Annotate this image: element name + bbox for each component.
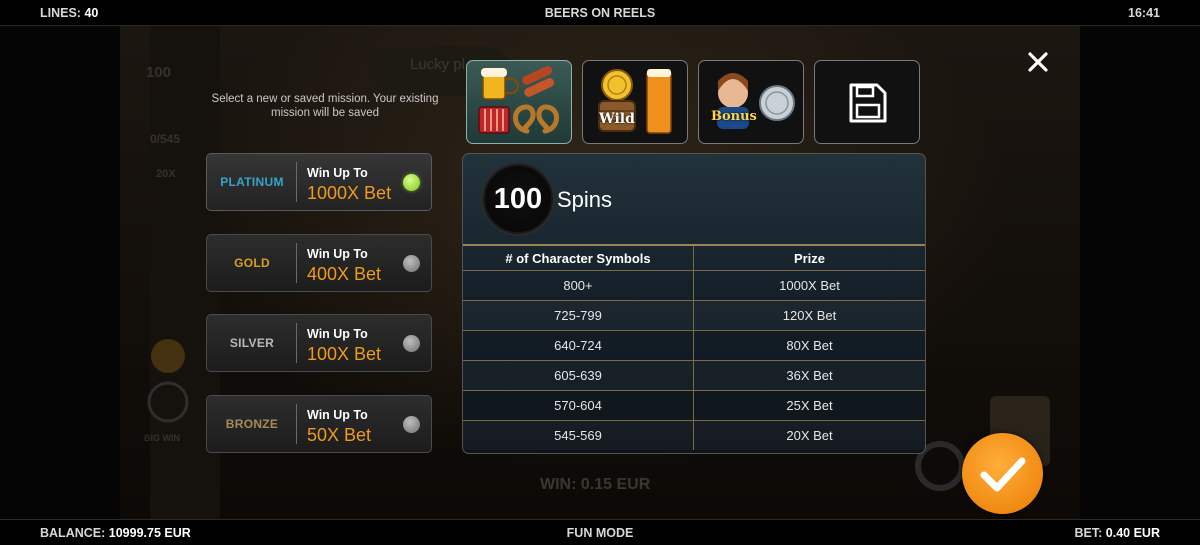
spins-label: Spins <box>557 187 613 212</box>
clock: 16:41 <box>1128 6 1160 20</box>
unselected-indicator <box>403 335 420 352</box>
table-row: 640-724 80X Bet <box>463 330 925 361</box>
mission-tier: BRONZE <box>225 417 279 431</box>
floppy-disk-icon <box>849 83 887 123</box>
prize-cell: 1000X Bet <box>693 270 925 301</box>
bonus-text: Bonus <box>711 109 757 124</box>
bg-multiplier: 20X <box>156 168 176 180</box>
win-label: Win Up To <box>307 408 368 422</box>
bonus-symbols-icon <box>717 73 795 129</box>
close-icon <box>1028 52 1048 72</box>
bg-win-text: WIN: 0.15 EUR <box>540 476 651 493</box>
bg-big-win: BIG WIN <box>144 433 180 443</box>
prize-cell: 80X Bet <box>693 330 925 361</box>
win-label: Win Up To <box>307 166 368 180</box>
table-row: 725-799 120X Bet <box>463 300 925 331</box>
divider <box>296 404 297 444</box>
table-row: 800+ 1000X Bet <box>463 270 925 301</box>
prize-table: # of Character Symbols Prize 800+ 1000X … <box>463 244 925 450</box>
mission-tier: SILVER <box>229 336 275 350</box>
checkmark-icon <box>980 457 1026 492</box>
table-row: 605-639 36X Bet <box>463 360 925 391</box>
wild-text: Wild <box>599 111 635 127</box>
divider <box>296 162 297 202</box>
win-label: Win Up To <box>307 327 368 341</box>
symbols-cell: 725-799 <box>463 300 694 331</box>
mission-bronze[interactable]: BRONZE Win Up To 50X Bet <box>206 395 432 453</box>
bg-spin-counter: 100 <box>146 64 172 81</box>
symbols-cell: 570-604 <box>463 390 694 421</box>
character-symbols-icon <box>478 66 559 134</box>
mission-gold[interactable]: GOLD Win Up To 400X Bet <box>206 234 432 292</box>
mission-platinum[interactable]: PLATINUM Win Up To 1000X Bet <box>206 153 432 211</box>
bg-banner: Lucky pl <box>410 56 466 73</box>
unselected-indicator <box>403 255 420 272</box>
header-prize: Prize <box>693 244 925 271</box>
mission-tier: GOLD <box>234 256 270 270</box>
mission-tier: PLATINUM <box>220 175 284 189</box>
table-row: 570-604 25X Bet <box>463 390 925 421</box>
table-row: 545-569 20X Bet <box>463 420 925 450</box>
win-value: 400X Bet <box>307 264 382 284</box>
bet-value: 0.40 EUR <box>1105 526 1160 540</box>
tab-bonus-symbols[interactable]: Bonus <box>698 60 804 144</box>
confirm-button[interactable] <box>962 433 1043 514</box>
game-title: BEERS ON REELS <box>544 6 656 20</box>
divider <box>296 243 297 283</box>
divider <box>296 323 297 363</box>
close-button[interactable] <box>1026 50 1050 74</box>
bottom-bar: BALANCE: 10999.75 EUR FUN MODE BET: 0.40… <box>0 519 1200 545</box>
right-margin <box>1080 26 1200 519</box>
selected-indicator <box>403 174 420 191</box>
table-header-row: # of Character Symbols Prize <box>463 244 925 271</box>
win-value: 100X Bet <box>307 344 382 364</box>
mode-label: FUN MODE <box>566 526 634 540</box>
unselected-indicator <box>403 416 420 433</box>
prize-panel: 100 Spins # of Character Symbols Prize 8… <box>462 153 926 454</box>
symbols-cell: 605-639 <box>463 360 694 391</box>
symbols-cell: 545-569 <box>463 420 694 450</box>
bet-display: BET: 0.40 EUR <box>1075 526 1160 540</box>
top-bar: LINES: 40 BEERS ON REELS 16:41 <box>0 0 1200 26</box>
spins-count-badge: 100 <box>483 164 553 234</box>
win-label: Win Up To <box>307 247 368 261</box>
prize-cell: 25X Bet <box>693 390 925 421</box>
header-symbols: # of Character Symbols <box>463 244 694 271</box>
tab-saved-mission[interactable] <box>814 60 920 144</box>
prize-cell: 120X Bet <box>693 300 925 331</box>
symbols-cell: 800+ <box>463 270 694 301</box>
prize-cell: 20X Bet <box>693 420 925 450</box>
mission-help-text: Select a new or saved mission. Your exis… <box>211 93 439 119</box>
win-value: 50X Bet <box>307 425 372 445</box>
tab-wild-symbols[interactable]: Wild <box>582 60 688 144</box>
symbols-cell: 640-724 <box>463 330 694 361</box>
prize-cell: 36X Bet <box>693 360 925 391</box>
tab-character-symbols[interactable] <box>466 60 572 144</box>
bet-label: BET: <box>1074 526 1103 540</box>
left-margin <box>0 26 120 519</box>
wild-symbols-icon <box>598 69 672 134</box>
bg-progress: 0/545 <box>150 132 181 146</box>
win-value: 1000X Bet <box>307 183 392 203</box>
mission-silver[interactable]: SILVER Win Up To 100X Bet <box>206 314 432 372</box>
